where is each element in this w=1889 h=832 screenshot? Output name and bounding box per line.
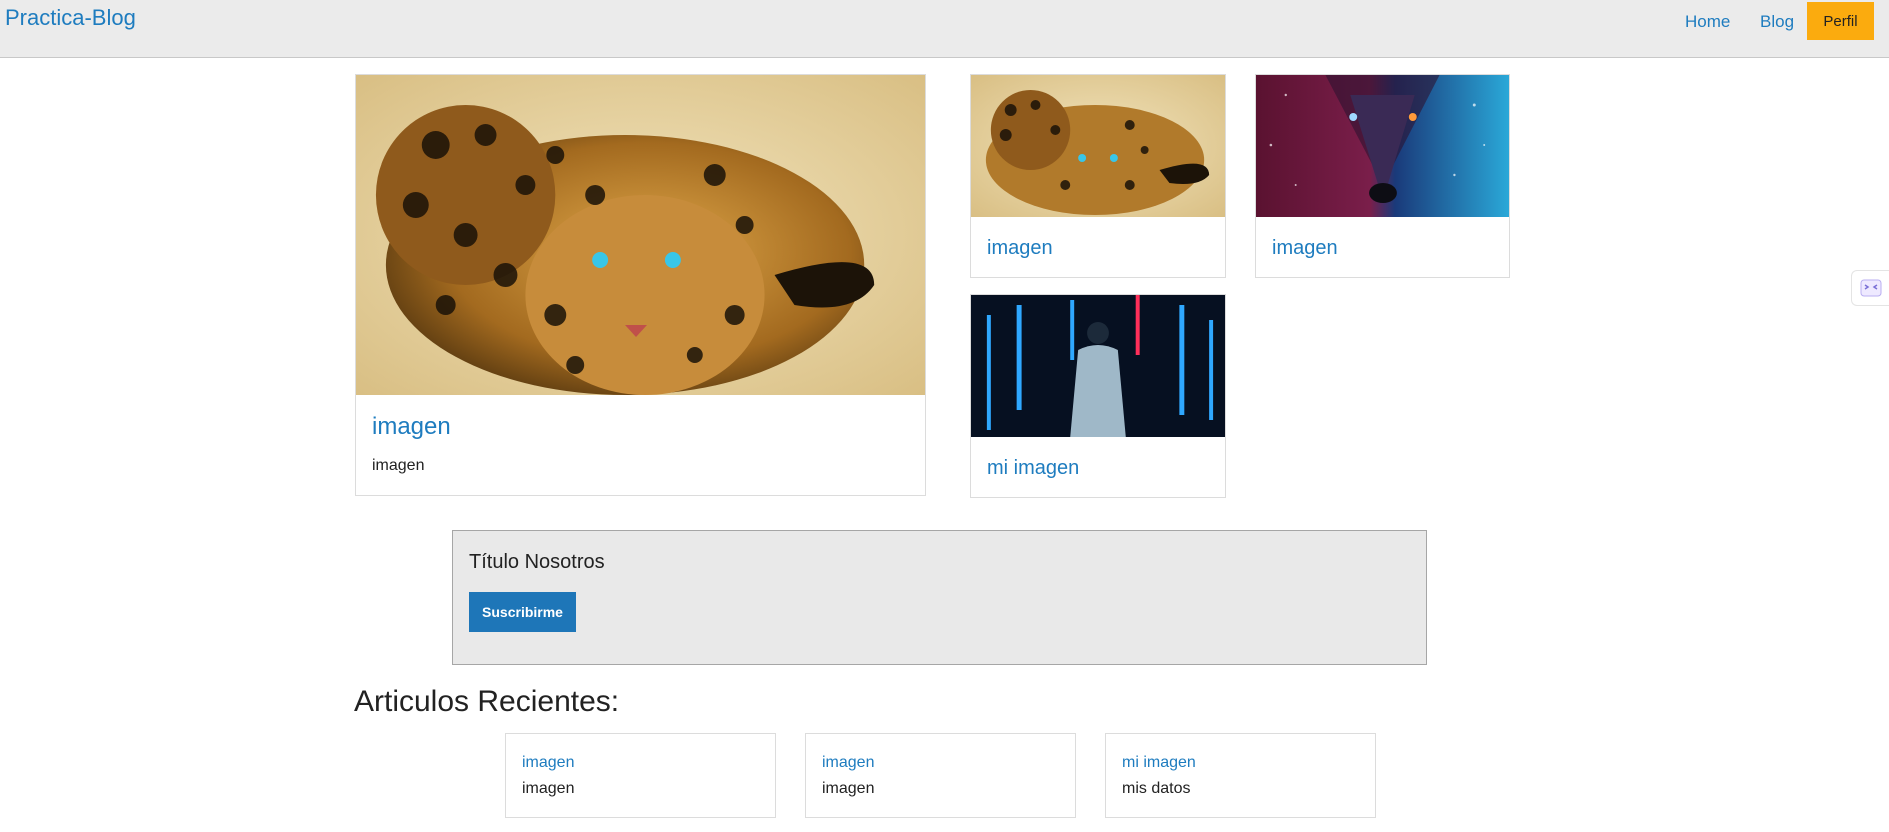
featured-card-2-title[interactable]: imagen	[1272, 237, 1338, 260]
featured-main-card: imagen imagen	[355, 74, 926, 496]
featured-main-text: imagen	[372, 457, 425, 474]
featured-card-3-title[interactable]: mi imagen	[987, 457, 1079, 480]
leopard-image	[971, 75, 1225, 217]
nosotros-panel: Título Nosotros Suscribirme	[452, 530, 1427, 665]
extension-side-tab[interactable]	[1851, 270, 1889, 306]
nav-home-link[interactable]: Home	[1685, 12, 1730, 32]
recent-article-title[interactable]: imagen	[522, 754, 574, 772]
recent-article-card: mi imagen mis datos	[1105, 733, 1376, 818]
recent-article-text: imagen	[522, 780, 575, 797]
featured-card-3: mi imagen	[970, 294, 1226, 498]
featured-card-1: imagen	[970, 74, 1226, 278]
recent-article-text: mis datos	[1122, 780, 1191, 797]
top-navbar: Practica-Blog Home Blog Perfil	[0, 0, 1889, 58]
extension-icon	[1860, 279, 1881, 297]
wolf-image	[1256, 75, 1509, 217]
brand-link[interactable]: Practica-Blog	[5, 5, 136, 31]
recent-article-card: imagen imagen	[505, 733, 776, 818]
nav-perfil-button[interactable]: Perfil	[1807, 2, 1874, 40]
featured-card-2: imagen	[1255, 74, 1510, 278]
recent-articles-heading: Articulos Recientes:	[354, 685, 620, 718]
nosotros-title: Título Nosotros	[469, 551, 605, 573]
recent-article-card: imagen imagen	[805, 733, 1076, 818]
featured-card-1-title[interactable]: imagen	[987, 237, 1053, 260]
leopard-image	[356, 75, 925, 395]
featured-main-title[interactable]: imagen	[372, 413, 451, 441]
recent-article-title[interactable]: imagen	[822, 754, 874, 772]
recent-article-title[interactable]: mi imagen	[1122, 754, 1196, 772]
nav-blog-link[interactable]: Blog	[1760, 12, 1794, 32]
subscribe-button[interactable]: Suscribirme	[469, 592, 576, 632]
neon-person-image	[971, 295, 1225, 437]
recent-article-text: imagen	[822, 780, 875, 797]
